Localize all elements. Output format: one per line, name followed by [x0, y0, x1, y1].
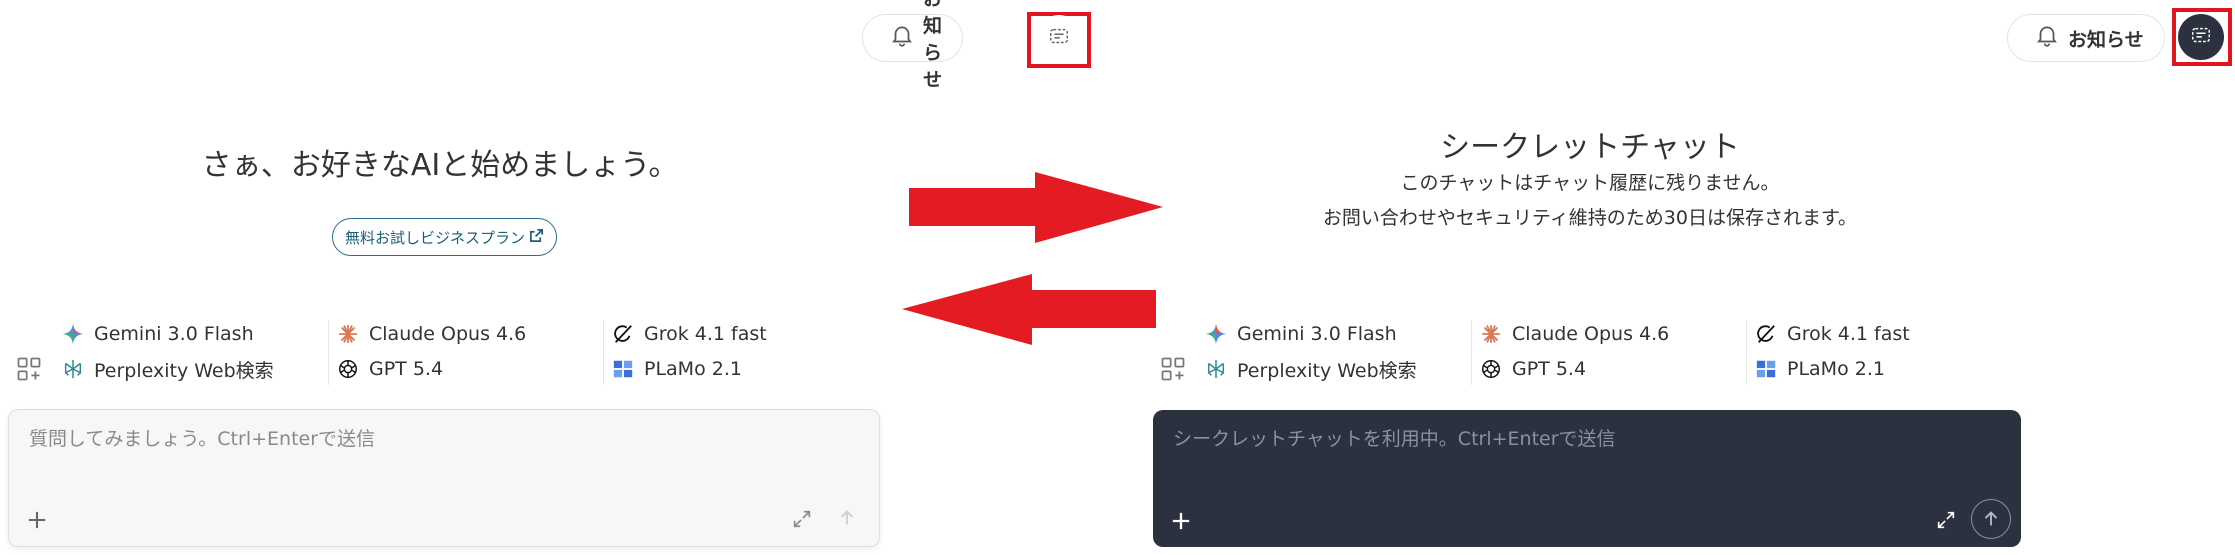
model-label: Grok 4.1 fast	[1787, 323, 1910, 345]
column-divider	[1471, 320, 1472, 385]
page-title: さぁ、お好きなAIと始めましょう。	[201, 148, 679, 183]
model-menu-button[interactable]	[8, 350, 50, 392]
model-option-plamo[interactable]: PLaMo 2.1	[1755, 352, 1885, 386]
model-option-gpt[interactable]: GPT 5.4	[1480, 352, 1586, 386]
plamo-icon	[612, 358, 634, 380]
model-label: Perplexity Web検索	[94, 359, 274, 382]
add-attachment-icon[interactable]	[1167, 507, 1195, 535]
free-trial-button[interactable]: 無料お試しビジネスプラン	[332, 218, 558, 256]
grok-icon	[612, 323, 634, 345]
claude-icon	[1480, 323, 1502, 345]
send-button[interactable]	[1971, 499, 2011, 539]
column-divider	[603, 320, 604, 385]
model-label: Perplexity Web検索	[1237, 359, 1417, 382]
expand-icon[interactable]	[1935, 509, 1957, 531]
model-option-gemini[interactable]: Gemini 3.0 Flash	[62, 317, 254, 351]
model-option-claude[interactable]: Claude Opus 4.6	[337, 317, 526, 351]
plamo-icon	[1755, 358, 1777, 380]
model-option-gemini[interactable]: Gemini 3.0 Flash	[1205, 317, 1397, 351]
secret-chat-input-box[interactable]: シークレットチャットを利用中。Ctrl+Enterで送信	[1153, 410, 2021, 547]
grok-icon	[1755, 323, 1777, 345]
secret-chat-toggle-button[interactable]	[1036, 15, 1082, 61]
gemini-icon	[62, 323, 84, 345]
arrow-up-icon	[840, 510, 854, 525]
openai-icon	[337, 358, 359, 380]
model-label: Gemini 3.0 Flash	[94, 323, 254, 345]
arrow-right-icon	[909, 172, 1163, 243]
model-label: PLaMo 2.1	[644, 358, 742, 380]
notice-label: お知らせ	[923, 0, 943, 91]
arrow-up-icon	[1984, 511, 1998, 526]
model-option-gpt[interactable]: GPT 5.4	[337, 352, 443, 386]
chat-input[interactable]: 質問してみましょう。Ctrl+Enterで送信	[29, 424, 375, 451]
chat-input[interactable]: シークレットチャットを利用中。Ctrl+Enterで送信	[1173, 424, 1616, 451]
secret-chat-title: シークレットチャット	[1440, 130, 1740, 165]
secret-chat-description: このチャットはチャット履歴に残りません。 お問い合わせやセキュリティ維持のため3…	[1240, 166, 1940, 236]
model-label: Claude Opus 4.6	[1512, 323, 1670, 345]
expand-icon[interactable]	[791, 508, 813, 530]
bell-icon	[889, 22, 915, 54]
model-label: GPT 5.4	[369, 358, 444, 380]
model-label: Gemini 3.0 Flash	[1237, 323, 1397, 345]
model-option-claude[interactable]: Claude Opus 4.6	[1480, 317, 1669, 351]
column-divider	[328, 320, 329, 385]
column-divider	[1746, 320, 1747, 385]
send-button[interactable]	[827, 498, 867, 538]
gemini-icon	[1205, 323, 1227, 345]
notice-label: お知らせ	[2068, 29, 2144, 51]
notice-button[interactable]: お知らせ	[862, 0, 964, 91]
free-trial-label: 無料お試しビジネスプラン	[345, 228, 526, 247]
model-label: PLaMo 2.1	[1787, 358, 1885, 380]
model-menu-button[interactable]	[1152, 350, 1194, 392]
bell-icon	[2034, 22, 2060, 54]
external-link-icon	[529, 228, 544, 247]
add-attachment-icon[interactable]	[23, 506, 51, 534]
secret-chat-toggle-button[interactable]	[2178, 14, 2224, 60]
description-line: このチャットはチャット履歴に残りません。	[1400, 172, 1780, 194]
perplexity-icon	[1205, 358, 1227, 380]
model-option-plamo[interactable]: PLaMo 2.1	[612, 352, 742, 386]
model-label: Grok 4.1 fast	[644, 323, 767, 345]
perplexity-icon	[62, 358, 84, 380]
model-label: GPT 5.4	[1512, 358, 1587, 380]
apps-grid-icon	[15, 355, 43, 387]
apps-grid-icon	[1159, 355, 1187, 387]
model-option-grok[interactable]: Grok 4.1 fast	[1755, 317, 1910, 351]
notice-button[interactable]: お知らせ	[2007, 14, 2165, 62]
chat-input-box[interactable]: 質問してみましょう。Ctrl+Enterで送信	[8, 409, 880, 547]
model-label: Claude Opus 4.6	[369, 323, 527, 345]
description-line: お問い合わせやセキュリティ維持のため30日は保存されます。	[1322, 207, 1858, 229]
secret-chat-icon	[1048, 26, 1070, 51]
arrow-left-icon	[902, 274, 1156, 345]
model-option-grok[interactable]: Grok 4.1 fast	[612, 317, 767, 351]
model-option-perplexity[interactable]: Perplexity Web検索	[1205, 352, 1417, 386]
claude-icon	[337, 323, 359, 345]
openai-icon	[1480, 358, 1502, 380]
secret-chat-icon	[2190, 25, 2212, 50]
model-option-perplexity[interactable]: Perplexity Web検索	[62, 352, 274, 386]
